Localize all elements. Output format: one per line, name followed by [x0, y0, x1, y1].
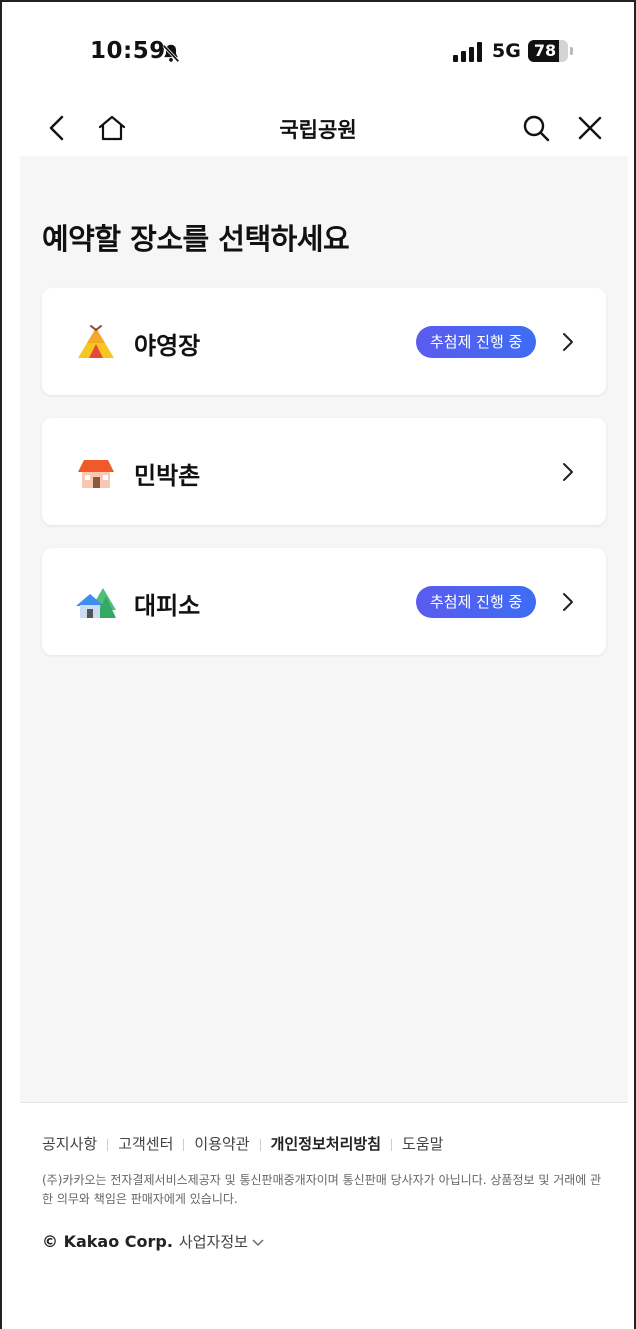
place-card-shelter[interactable]: 대피소 추첨제 진행 중: [42, 548, 606, 655]
app-frame: 10:59 5G 78 국립공원 예약할 장소를 선택하세요 야영장 추첨제 진…: [0, 0, 636, 1329]
status-bar: 10:59 5G 78: [2, 2, 634, 102]
tent-icon: [78, 325, 114, 358]
shelter-icon: [76, 588, 116, 618]
place-card-lodging-village[interactable]: 민박촌: [42, 418, 606, 525]
page-title: 예약할 장소를 선택하세요: [42, 222, 350, 256]
divider: [391, 1138, 393, 1151]
copyright-text: © Kakao Corp.: [42, 1232, 173, 1251]
lottery-badge: 추첨제 진행 중: [416, 586, 537, 618]
lottery-badge: 추첨제 진행 중: [416, 326, 537, 358]
chevron-down-icon: [252, 1239, 264, 1246]
footer-link-notice[interactable]: 공지사항: [42, 1133, 97, 1154]
company-info-label: 사업자정보: [178, 1233, 248, 1251]
status-time: 10:59: [90, 38, 166, 64]
search-icon[interactable]: [520, 112, 552, 144]
divider: [183, 1138, 185, 1151]
footer-link-help[interactable]: 도움말: [402, 1133, 443, 1154]
main-content: 예약할 장소를 선택하세요 야영장 추첨제 진행 중 민박촌 대피소 추첨제 진…: [20, 156, 628, 1102]
network-label: 5G: [492, 40, 521, 62]
divider: [259, 1138, 261, 1151]
battery-indicator: 78: [528, 40, 568, 62]
card-label: 대피소: [134, 592, 201, 620]
footer-disclaimer: (주)카카오는 전자결제서비스제공자 및 통신판매중개자이며 통신판매 당사자가…: [42, 1173, 602, 1206]
footer-link-privacy[interactable]: 개인정보처리방침: [271, 1133, 381, 1154]
footer-link-customer-center[interactable]: 고객센터: [118, 1133, 173, 1154]
battery-tip: [570, 47, 573, 55]
nav-bar: 국립공원: [2, 102, 634, 156]
close-icon[interactable]: [574, 112, 606, 144]
chevron-right-icon: [563, 593, 573, 611]
card-label: 민박촌: [134, 462, 201, 490]
company-info-toggle[interactable]: 사업자정보: [179, 1233, 264, 1251]
chevron-right-icon: [563, 333, 573, 351]
footer-link-terms[interactable]: 이용약관: [194, 1133, 249, 1154]
place-card-campground[interactable]: 야영장 추첨제 진행 중: [42, 288, 606, 395]
battery-percent: 78: [533, 41, 557, 60]
signal-icon: [453, 42, 482, 62]
divider: [107, 1138, 109, 1151]
footer-links: 공지사항 고객센터 이용약관 개인정보처리방침 도움말: [42, 1133, 443, 1154]
footer-copyright: © Kakao Corp. 사업자정보: [42, 1231, 264, 1252]
bell-muted-icon: [162, 44, 180, 63]
card-label: 야영장: [134, 332, 201, 360]
footer: 공지사항 고객센터 이용약관 개인정보처리방침 도움말 (주)카카오는 전자결제서비스제…: [20, 1102, 628, 1329]
house-icon: [78, 460, 114, 488]
chevron-right-icon: [563, 463, 573, 481]
